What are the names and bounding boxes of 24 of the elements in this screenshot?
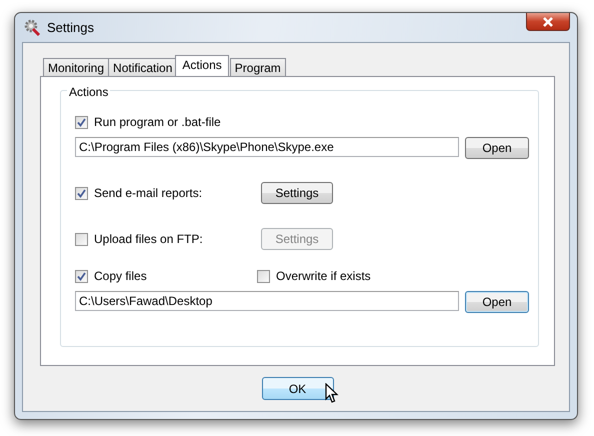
tab[interactable]: Actions [175,55,229,76]
settings-button[interactable]: Settings [261,182,333,204]
checkbox[interactable] [75,270,88,282]
cursor-icon [325,383,339,404]
close-icon [541,16,555,26]
checkbox-label: Copy files [94,268,147,285]
checkbox[interactable] [75,116,88,128]
tab[interactable]: Notification [108,58,178,76]
checkbox[interactable] [257,270,270,282]
settings-icon [24,19,41,36]
checkbox[interactable] [75,186,88,200]
checkbox-label: Run program or .bat-file [94,114,221,131]
close-button[interactable] [526,13,570,31]
checkbox-label: Upload files on FTP: [94,231,203,248]
path-field[interactable]: C:\Program Files (x86)\Skype\Phone\Skype.exe [75,137,459,157]
open-button[interactable]: Open [465,291,529,313]
window-title: Settings [47,18,94,37]
tab[interactable]: Program [230,58,286,76]
checkbox-label: Overwrite if exists [276,268,371,285]
path-field[interactable]: C:\Users\Fawad\Desktop [75,291,459,311]
open-button[interactable]: Open [465,137,529,159]
checkbox-label: Send e-mail reports: [94,185,202,202]
tab[interactable]: Monitoring [43,58,110,76]
ok-button[interactable]: OK [262,377,334,400]
